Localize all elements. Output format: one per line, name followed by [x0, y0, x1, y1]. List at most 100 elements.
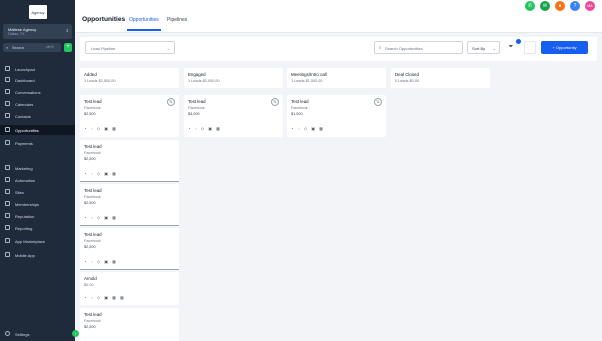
opportunity-card[interactable]: Arnold $0.00 ◔ ◌ ◇ ▣ ▦ ▦: [80, 272, 179, 305]
collapse-sidebar-button[interactable]: ‹: [72, 330, 79, 337]
funnel-icon: [5, 127, 10, 132]
sidebar-item-label: Dashboard: [15, 77, 35, 83]
chat-icon: [5, 89, 10, 94]
card-action-icons[interactable]: ◔ ◌ ◇ ▣ ▦: [84, 259, 117, 264]
opportunity-card[interactable]: Test lead Facebook $2,500 ◔ ◌ ◇ ▣ ▦: [80, 184, 179, 226]
sidebar-item-conversations[interactable]: Conversations: [0, 87, 75, 97]
card-name: Test lead: [84, 99, 102, 104]
card-value: $2,500: [84, 325, 96, 329]
card-name: Test lead: [291, 99, 309, 104]
calendar-icon: [5, 101, 10, 106]
sidebar-item-opportunities[interactable]: Opportunities: [0, 125, 75, 135]
account-location: Dallas, TX: [8, 32, 25, 36]
contacts-icon: [5, 113, 10, 118]
card-divider: [80, 181, 179, 182]
sidebar-item-payments[interactable]: Payments: [0, 138, 75, 148]
globe-icon: [5, 189, 10, 194]
chevron-up-down-icon: ⇕: [65, 28, 69, 33]
agency-logo[interactable]: Agency: [29, 5, 47, 19]
quick-add-button[interactable]: +: [64, 43, 72, 52]
top-bar: Opportunities Opportunities Pipelines ✆ …: [75, 0, 602, 33]
avatar[interactable]: MA: [585, 1, 595, 11]
search-icon: ⌕: [6, 44, 9, 50]
card-name: Test lead: [84, 232, 102, 237]
card-name: Test lead: [84, 312, 102, 317]
sidebar-item-contacts[interactable]: Contacts: [0, 111, 75, 121]
stage-column-header: Engaged 1 Leads $3,000.00: [184, 68, 283, 88]
apps-icon: [5, 238, 10, 243]
stage-title: Added: [84, 72, 97, 77]
card-action-icons[interactable]: ◔ ◌ ◇ ▣ ▦: [188, 126, 221, 131]
opportunity-card[interactable]: Test lead Facebook $2,500 TL ◔ ◌ ◇ ▣ ▦: [80, 95, 179, 137]
card-action-icons[interactable]: ◔ ◌ ◇ ▣ ▦ ▦: [84, 295, 125, 300]
stage-column-header: Added 1 Leads $2,500.00: [80, 68, 179, 88]
card-divider: [80, 269, 179, 270]
opportunity-card[interactable]: Test lead Facebook $1,500 TL ◔ ◌ ◇ ▣ ▦: [287, 95, 386, 137]
star-icon: [5, 213, 10, 218]
sidebar-search[interactable]: ⌕ Search ctrl K: [3, 43, 61, 52]
add-opportunity-button[interactable]: + Opportunity: [541, 41, 588, 54]
bell-icon[interactable]: ●: [555, 1, 565, 11]
sidebar-item-dashboard[interactable]: Dashboard: [0, 75, 75, 85]
sidebar-item-launchpad[interactable]: Launchpad: [0, 64, 75, 74]
sidebar-item-settings[interactable]: Settings: [0, 329, 75, 339]
assignee-avatar[interactable]: TL: [167, 98, 175, 106]
stage-title: Deal Closed: [395, 72, 419, 77]
sidebar-item-automation[interactable]: Automation: [0, 175, 75, 185]
stage-summary: 0 Leads $0.00: [395, 79, 420, 83]
pipeline-select-value: Lead Pipeline: [91, 46, 116, 51]
sidebar-item-reputation[interactable]: Reputation: [0, 211, 75, 221]
card-action-icons[interactable]: ◔ ◌ ◇ ▣ ▦: [84, 215, 117, 220]
payments-icon: [5, 140, 10, 145]
opportunity-card[interactable]: Test lead Facebook $2,500 ◔ ◌ ◇ ▣ ▦: [80, 140, 179, 182]
sidebar-item-sites[interactable]: Sites: [0, 187, 75, 197]
page-title: Opportunities: [82, 16, 126, 23]
tab-pipelines[interactable]: Pipelines: [167, 17, 187, 23]
opportunity-card[interactable]: Test lead Facebook $3,000 TL ◔ ◌ ◇ ▣ ▦: [184, 95, 283, 137]
filter-bar: Lead Pipeline ⌄ ⌕ Search Opportunities S…: [80, 37, 597, 61]
card-action-icons[interactable]: ◔ ◌ ◇ ▣ ▦: [84, 126, 117, 131]
account-switcher[interactable]: Maltese Agency Dallas, TX ⇕: [3, 24, 72, 39]
sidebar-item-app-marketplace[interactable]: App Marketplace: [0, 236, 75, 246]
sidebar-item-mobile-app[interactable]: Mobile App: [0, 250, 75, 260]
sidebar-item-marketing[interactable]: Marketing: [0, 163, 75, 173]
pipeline-select[interactable]: Lead Pipeline ⌄: [85, 41, 175, 54]
sidebar: Agency Maltese Agency Dallas, TX ⇕ ⌕ Sea…: [0, 0, 75, 341]
sidebar-item-label: Settings: [15, 331, 30, 337]
card-name: Test lead: [84, 188, 102, 193]
card-action-icons[interactable]: ◔ ◌ ◇ ▣ ▦: [84, 171, 117, 176]
tab-opportunities[interactable]: Opportunities: [129, 17, 159, 23]
sort-select-value: Sort By: [472, 46, 486, 51]
sidebar-item-label: Launchpad: [15, 66, 35, 72]
sidebar-item-label: Reputation: [15, 213, 35, 219]
sidebar-item-label: Mobile App: [15, 252, 35, 258]
sidebar-item-calendars[interactable]: Calendars: [0, 99, 75, 109]
sort-select[interactable]: Sort By ⌄: [467, 41, 500, 54]
sidebar-item-reporting[interactable]: Reporting: [0, 223, 75, 233]
sidebar-item-memberships[interactable]: Memberships: [0, 199, 75, 209]
megaphone-icon: [5, 165, 10, 170]
assignee-avatar[interactable]: TL: [271, 98, 279, 106]
phone-icon[interactable]: ✆: [525, 1, 535, 11]
opportunity-card[interactable]: Test lead Facebook $2,500 ◔ ◌ ◇ ▣ ▦: [80, 228, 179, 270]
opportunity-card[interactable]: Test lead Facebook $2,500: [80, 308, 179, 341]
megaphone-icon[interactable]: ✉: [540, 1, 550, 11]
opportunity-search-input[interactable]: ⌕ Search Opportunities: [374, 41, 463, 54]
card-source: Facebook: [291, 106, 308, 110]
sidebar-item-label: Marketing: [15, 165, 33, 171]
card-value: $3,000: [188, 112, 200, 116]
stage-title: Engaged: [188, 72, 206, 77]
sidebar-item-label: Memberships: [15, 201, 40, 207]
stage-summary: 1 Leads $1,500.00: [291, 79, 323, 83]
filter-button[interactable]: ⏷: [505, 41, 517, 54]
card-name: Test lead: [188, 99, 206, 104]
stage-summary: 1 Leads $3,000.00: [188, 79, 220, 83]
assignee-avatar[interactable]: TL: [374, 98, 382, 106]
sidebar-item-label: App Marketplace: [15, 238, 46, 244]
card-source: $0.00: [84, 283, 94, 287]
card-action-icons[interactable]: ◔ ◌ ◇ ▣ ▦: [291, 126, 324, 131]
help-icon[interactable]: ?: [570, 1, 580, 11]
sidebar-item-label: Automation: [15, 177, 36, 183]
more-options-button[interactable]: [524, 41, 536, 54]
sidebar-item-label: Conversations: [15, 89, 41, 95]
